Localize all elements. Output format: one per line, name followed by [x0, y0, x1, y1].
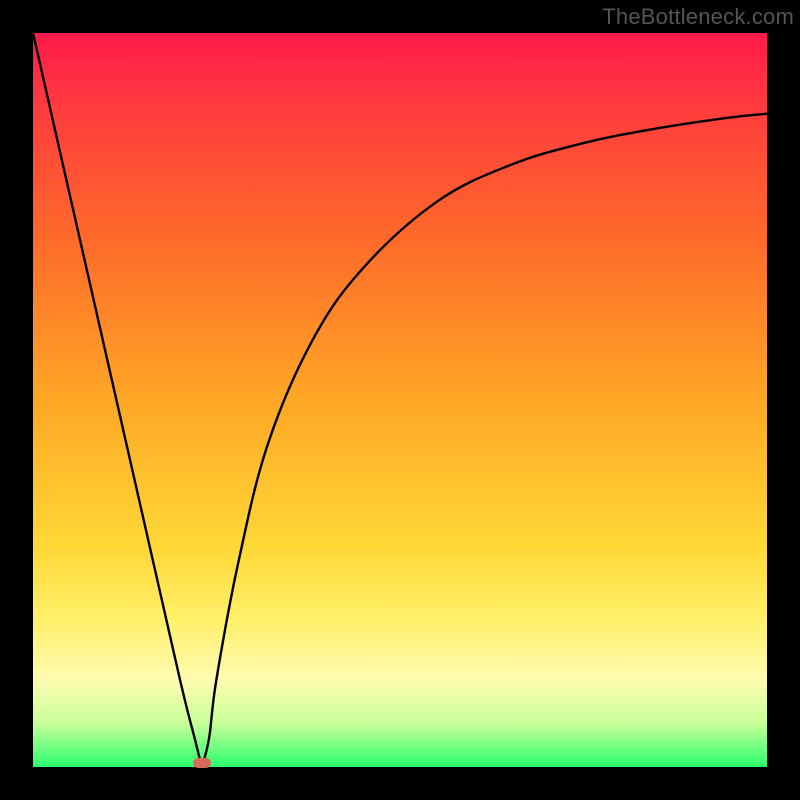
chart-frame: TheBottleneck.com — [0, 0, 800, 800]
watermark-text: TheBottleneck.com — [602, 4, 794, 30]
bottleneck-curve — [33, 33, 767, 767]
min-point-marker — [193, 758, 211, 768]
curve-layer — [33, 33, 767, 767]
